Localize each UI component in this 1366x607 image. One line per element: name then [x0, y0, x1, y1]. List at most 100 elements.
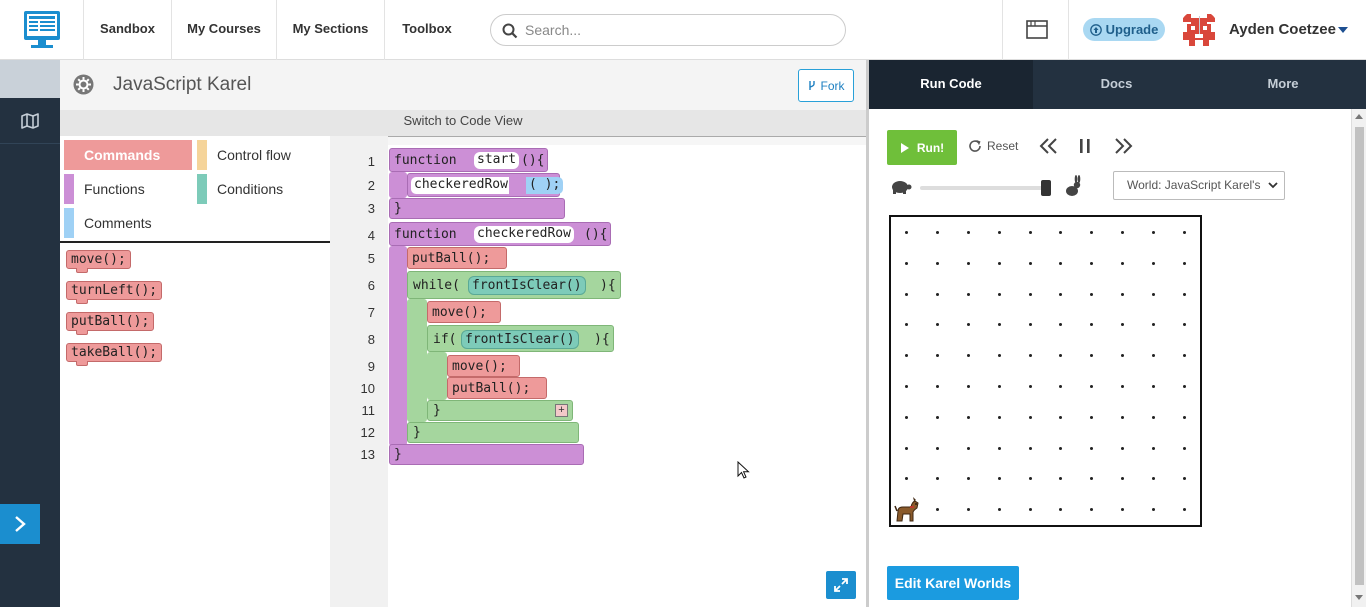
grid-corner-dot	[966, 261, 970, 265]
window-button[interactable]	[1026, 20, 1048, 44]
line-number: 2	[367, 178, 375, 193]
scroll-down-arrow[interactable]	[1355, 595, 1363, 600]
grid-corner-dot	[1152, 261, 1156, 265]
condition-frontisclear[interactable]: frontIsClear()	[461, 330, 579, 349]
nav-sandbox[interactable]: Sandbox	[84, 0, 172, 60]
statement: move();	[452, 359, 507, 374]
step-back-button[interactable]	[1039, 137, 1059, 160]
edit-karel-worlds-button[interactable]: Edit Karel Worlds	[887, 566, 1019, 600]
palette-block-turnleft[interactable]: turnLeft();	[66, 281, 163, 304]
grid-corner-dot	[1152, 384, 1156, 388]
move-block[interactable]: move();	[427, 301, 501, 323]
grid-corner-dot	[1090, 477, 1094, 481]
grid-corner-dot	[935, 508, 939, 512]
fast-forward-icon	[1115, 138, 1133, 154]
call-checkeredrow-block[interactable]: checkeredRow ( );	[407, 173, 564, 197]
play-icon	[900, 142, 909, 153]
reset-button[interactable]: Reset	[967, 138, 1018, 154]
grid-corner-dot	[966, 415, 970, 419]
workspace-top-edge	[388, 136, 866, 145]
condition-frontisclear[interactable]: frontIsClear()	[468, 276, 586, 295]
pause-button[interactable]	[1078, 137, 1092, 160]
fullscreen-button[interactable]	[826, 571, 856, 599]
user-name[interactable]: Ayden Coetzee	[1229, 21, 1336, 38]
grid-corner-dot	[1028, 508, 1032, 512]
function-start-end: }	[389, 198, 565, 219]
putball-block[interactable]: putBall();	[447, 377, 547, 399]
close-brace: }	[433, 403, 441, 418]
world-select[interactable]: World: JavaScript Karel's	[1113, 171, 1285, 200]
close-brace: }	[394, 201, 402, 216]
tab-more[interactable]: More	[1200, 60, 1366, 109]
function-name-checkeredrow[interactable]: checkeredRow	[474, 226, 574, 243]
line-number: 8	[367, 332, 375, 347]
tab-separator	[1199, 16, 1200, 34]
settings-button[interactable]	[73, 74, 94, 100]
if-block[interactable]: if( frontIsClear() ){	[427, 325, 614, 352]
run-button[interactable]: Run!	[887, 130, 957, 165]
grid-corner-dot	[1028, 230, 1032, 234]
chevron-down-icon	[1268, 182, 1278, 189]
switch-to-code-view[interactable]: Switch to Code View	[60, 110, 866, 136]
chevron-right-icon	[15, 516, 26, 532]
grid-corner-dot	[1152, 446, 1156, 450]
grid-corner-dot	[966, 230, 970, 234]
function-checkeredrow-block[interactable]: function checkeredRow (){	[389, 222, 611, 246]
grid-corner-dot	[1059, 384, 1063, 388]
expand-icon	[834, 578, 848, 592]
tab-run-code[interactable]: Run Code	[869, 60, 1033, 109]
speed-slider-track[interactable]	[920, 186, 1048, 190]
category-commands[interactable]: Commands	[64, 140, 192, 170]
grid-corner-dot	[966, 477, 970, 481]
chevron-down-icon[interactable]	[1338, 27, 1348, 33]
grid-corner-dot	[1090, 354, 1094, 358]
line-number: 9	[367, 359, 375, 374]
close-brace: }	[413, 425, 421, 440]
category-swatch	[197, 140, 207, 170]
move-block[interactable]: move();	[447, 355, 520, 377]
speed-slider-thumb[interactable]	[1041, 180, 1051, 196]
statement: putBall();	[412, 251, 491, 266]
category-conditions[interactable]: Conditions	[197, 174, 327, 204]
home-logo[interactable]	[0, 0, 84, 60]
category-functions[interactable]: Functions	[64, 174, 194, 204]
palette-block-move[interactable]: move();	[66, 250, 131, 273]
scroll-thumb[interactable]	[1355, 127, 1364, 585]
scroll-up-arrow[interactable]	[1355, 114, 1363, 119]
line-number: 13	[360, 447, 375, 462]
map-button[interactable]	[0, 98, 60, 144]
expand-sidebar-button[interactable]	[0, 504, 40, 544]
category-comments[interactable]: Comments	[64, 208, 194, 238]
run-panel-scrollbar[interactable]	[1351, 109, 1366, 607]
line-number: 12	[360, 425, 375, 440]
nav-my-courses[interactable]: My Courses	[172, 0, 277, 60]
step-forward-button[interactable]	[1113, 137, 1133, 160]
upgrade-button[interactable]: Upgrade	[1083, 18, 1165, 41]
grid-corner-dot	[1183, 384, 1187, 388]
world-select-value: World: JavaScript Karel's	[1127, 178, 1261, 192]
palette-block-takeball[interactable]: takeBall();	[66, 343, 163, 366]
palette-block-putball[interactable]: putBall();	[66, 312, 155, 335]
search-input[interactable]	[525, 21, 825, 39]
line-number-gutter: 1 2 3 4 5 6 7 8 9 10 11 12 13	[330, 136, 388, 607]
grid-corner-dot	[966, 384, 970, 388]
nav-my-sections[interactable]: My Sections	[277, 0, 385, 60]
category-control-flow[interactable]: Control flow	[197, 140, 327, 170]
toolbox-divider	[60, 241, 330, 243]
parens: (){	[584, 227, 608, 242]
grid-corner-dot	[1152, 508, 1156, 512]
tab-docs[interactable]: Docs	[1033, 60, 1200, 109]
call-parens: ( );	[526, 177, 564, 194]
add-else-button[interactable]: +	[555, 404, 568, 417]
putball-block[interactable]: putBall();	[407, 247, 507, 269]
while-block[interactable]: while( frontIsClear() ){	[407, 271, 621, 299]
grid-corner-dot	[904, 323, 908, 327]
grid-corner-dot	[935, 415, 939, 419]
function-name-start[interactable]: start	[474, 152, 520, 169]
fork-button[interactable]: Fork	[798, 69, 854, 102]
grid-corner-dot	[1028, 323, 1032, 327]
search-box[interactable]	[490, 14, 846, 46]
grid-corner-dot	[1183, 292, 1187, 296]
nav-toolbox[interactable]: Toolbox	[385, 0, 469, 60]
function-start-block[interactable]: function start (){	[389, 148, 548, 172]
